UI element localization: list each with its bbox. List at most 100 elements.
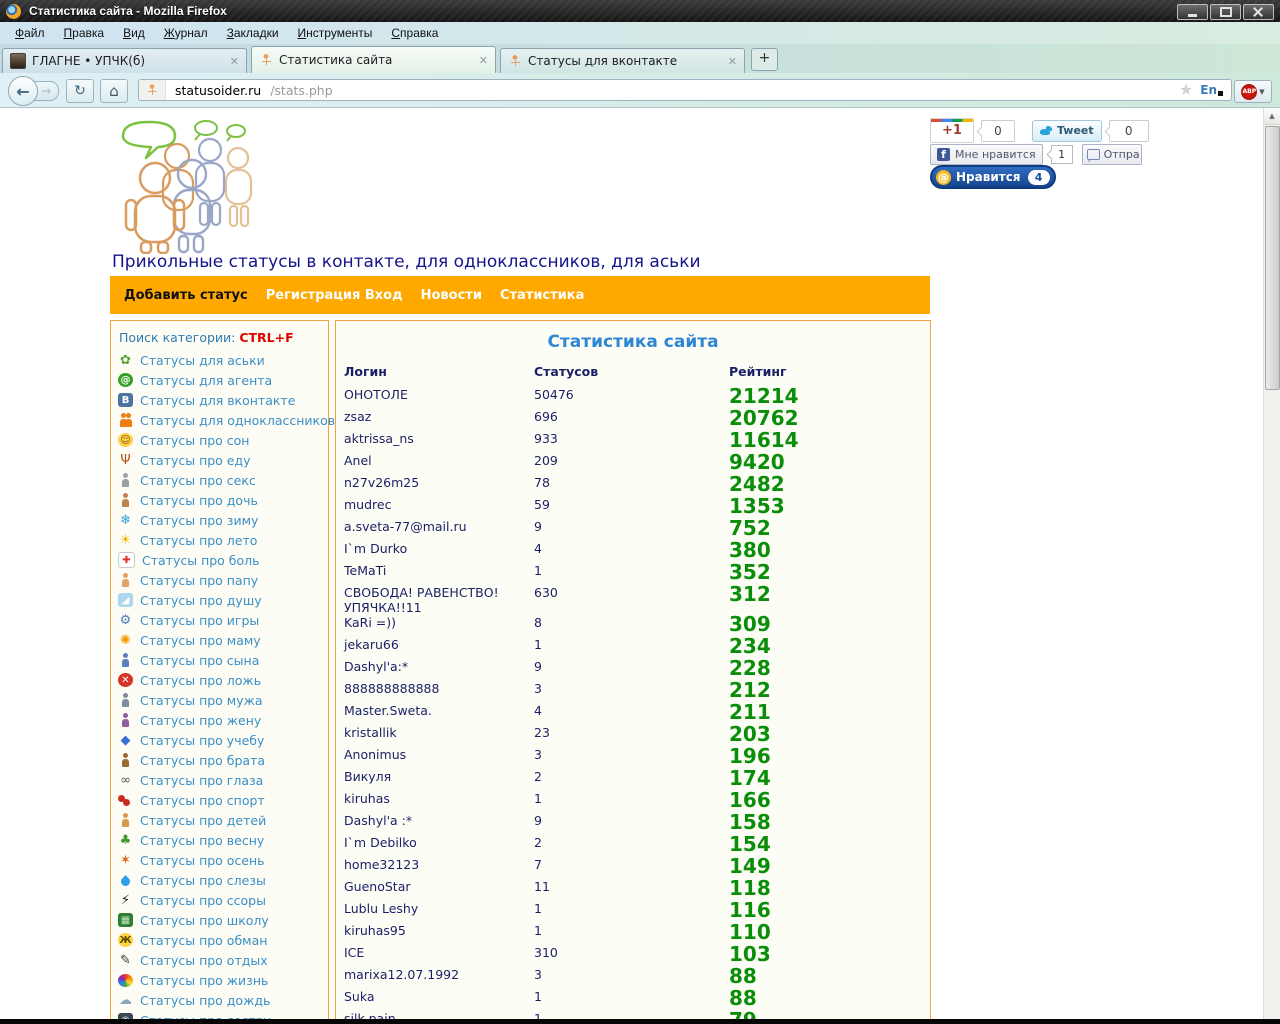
- menu-item[interactable]: Инструменты: [289, 24, 383, 42]
- category-link[interactable]: Статусы про лето: [140, 533, 257, 548]
- category-item[interactable]: Статусы про жизнь: [117, 970, 324, 990]
- category-item[interactable]: ☺ Статусы про сон: [117, 430, 324, 450]
- new-tab-button[interactable]: +: [751, 48, 778, 71]
- category-item[interactable]: Статусы про секс: [117, 470, 324, 490]
- site-nav-link[interactable]: Статистика: [500, 288, 584, 303]
- home-button[interactable]: ⌂: [100, 79, 128, 103]
- category-item[interactable]: ✺ Статусы про маму: [117, 630, 324, 650]
- page-scrollbar[interactable]: ▲: [1263, 108, 1280, 1024]
- category-item[interactable]: Ж Статусы про обман: [117, 930, 324, 950]
- category-link[interactable]: Статусы про мужа: [140, 693, 263, 708]
- scrollbar-thumb[interactable]: [1265, 126, 1280, 390]
- menu-item[interactable]: Вид: [114, 24, 155, 42]
- facebook-send-button[interactable]: Отпра: [1081, 144, 1142, 165]
- category-link[interactable]: Статусы про сына: [140, 653, 259, 668]
- site-nav-link[interactable]: Добавить статус: [124, 288, 248, 303]
- category-item[interactable]: Статусы про спорт: [117, 790, 324, 810]
- category-link[interactable]: Статусы про зиму: [140, 513, 258, 528]
- category-link[interactable]: Статусы про школу: [140, 913, 269, 928]
- category-item[interactable]: Статусы для одноклассников: [117, 410, 335, 430]
- url-bar[interactable]: statusoider.ru/stats.php ★ En: [138, 79, 1232, 101]
- category-link[interactable]: Статусы для одноклассников: [140, 413, 335, 428]
- maximize-button[interactable]: [1210, 4, 1241, 20]
- category-item[interactable]: ⚙ Статусы про игры: [117, 610, 324, 630]
- browser-tab[interactable]: Статусы для вконтакте ✕: [500, 48, 745, 73]
- category-link[interactable]: Статусы про ссоры: [140, 893, 266, 908]
- category-item[interactable]: ❄ Статусы про зиму: [117, 510, 324, 530]
- site-nav-link[interactable]: Новости: [421, 288, 482, 303]
- category-link[interactable]: Статусы про учебу: [140, 733, 264, 748]
- category-link[interactable]: Статусы про сон: [140, 433, 250, 448]
- category-link[interactable]: Статусы про весну: [140, 833, 264, 848]
- bookmark-star-icon[interactable]: ★: [1179, 82, 1193, 98]
- category-link[interactable]: Статусы про еду: [140, 453, 251, 468]
- menu-item[interactable]: Правка: [55, 24, 115, 42]
- minimize-button[interactable]: [1177, 4, 1208, 20]
- keyboard-layout-indicator[interactable]: En: [1200, 83, 1223, 97]
- browser-tab[interactable]: Статистика сайта ✕: [251, 46, 496, 73]
- category-item[interactable]: ♣ Статусы про весну: [117, 830, 324, 850]
- category-item[interactable]: Статусы про сына: [117, 650, 324, 670]
- category-item[interactable]: @ Статусы для агента: [117, 370, 324, 390]
- category-item[interactable]: ▦ Статусы про школу: [117, 910, 324, 930]
- category-link[interactable]: Статусы про осень: [140, 853, 265, 868]
- category-link[interactable]: Статусы про дочь: [140, 493, 258, 508]
- category-link[interactable]: Статусы про дождь: [140, 993, 270, 1008]
- category-link[interactable]: Статусы про обман: [140, 933, 267, 948]
- reload-button[interactable]: ↻: [66, 79, 94, 103]
- tab-close-icon[interactable]: ✕: [479, 54, 488, 67]
- browser-tab[interactable]: ГЛАГНЕ • УПЧК(б) ✕: [2, 48, 247, 73]
- close-button[interactable]: [1243, 4, 1274, 20]
- category-item[interactable]: Статусы про мужа: [117, 690, 324, 710]
- category-link[interactable]: Статусы про папу: [140, 573, 258, 588]
- category-item[interactable]: Статусы про слезы: [117, 870, 324, 890]
- category-link[interactable]: Статусы про жену: [140, 713, 261, 728]
- category-link[interactable]: Статусы для вконтакте: [140, 393, 295, 408]
- category-link[interactable]: Статусы про детей: [140, 813, 266, 828]
- category-item[interactable]: ☀ Статусы про лето: [117, 530, 324, 550]
- category-link[interactable]: Статусы для аськи: [140, 353, 265, 368]
- category-link[interactable]: Статусы про душу: [140, 593, 262, 608]
- tab-close-icon[interactable]: ✕: [728, 55, 737, 68]
- category-item[interactable]: ✚ Статусы про боль: [117, 550, 324, 570]
- category-item[interactable]: ☁ Статусы про дождь: [117, 990, 324, 1010]
- facebook-like-button[interactable]: f Мне нравится: [930, 144, 1043, 165]
- adblock-button[interactable]: ABP ▼: [1234, 80, 1272, 103]
- category-item[interactable]: ◢ Статусы про душу: [117, 590, 324, 610]
- category-item[interactable]: ✎ Статусы про отдых: [117, 950, 324, 970]
- category-item[interactable]: ∞ Статусы про глаза: [117, 770, 324, 790]
- category-item[interactable]: Статусы про жену: [117, 710, 324, 730]
- category-item[interactable]: Ψ Статусы про еду: [117, 450, 324, 470]
- category-item[interactable]: Статусы про детей: [117, 810, 324, 830]
- site-nav-link[interactable]: Регистрация Вход: [266, 288, 403, 303]
- category-item[interactable]: ✿ Статусы для аськи: [117, 350, 324, 370]
- category-item[interactable]: В Статусы для вконтакте: [117, 390, 324, 410]
- category-link[interactable]: Статусы про маму: [140, 633, 261, 648]
- category-link[interactable]: Статусы про отдых: [140, 953, 268, 968]
- category-link[interactable]: Статусы про жизнь: [140, 973, 268, 988]
- category-item[interactable]: ◆ Статусы про учебу: [117, 730, 324, 750]
- category-item[interactable]: Статусы про брата: [117, 750, 324, 770]
- tweet-button[interactable]: Tweet: [1032, 119, 1102, 142]
- menu-item[interactable]: Файл: [6, 24, 55, 42]
- category-link[interactable]: Статусы про боль: [142, 553, 260, 568]
- category-link[interactable]: Статусы про брата: [140, 753, 265, 768]
- mailru-like-button[interactable]: @ Нравится 4: [930, 165, 1056, 189]
- category-item[interactable]: Статусы про дочь: [117, 490, 324, 510]
- category-link[interactable]: Статусы про слезы: [140, 873, 266, 888]
- menu-item[interactable]: Журнал: [155, 24, 218, 42]
- category-link[interactable]: Статусы про секс: [140, 473, 256, 488]
- menu-item[interactable]: Справка: [382, 24, 448, 42]
- category-item[interactable]: ✶ Статусы про осень: [117, 850, 324, 870]
- google-plusone-button[interactable]: +1: [930, 118, 974, 143]
- menu-item[interactable]: Закладки: [218, 24, 289, 42]
- category-item[interactable]: ⚡ Статусы про ссоры: [117, 890, 324, 910]
- category-item[interactable]: ✕ Статусы про ложь: [117, 670, 324, 690]
- back-button[interactable]: ←: [8, 76, 38, 106]
- scroll-up-icon[interactable]: ▲: [1264, 108, 1280, 125]
- category-link[interactable]: Статусы про ложь: [140, 673, 261, 688]
- tab-close-icon[interactable]: ✕: [230, 55, 239, 68]
- category-link[interactable]: Статусы для агента: [140, 373, 272, 388]
- category-link[interactable]: Статусы про игры: [140, 613, 259, 628]
- category-link[interactable]: Статусы про спорт: [140, 793, 265, 808]
